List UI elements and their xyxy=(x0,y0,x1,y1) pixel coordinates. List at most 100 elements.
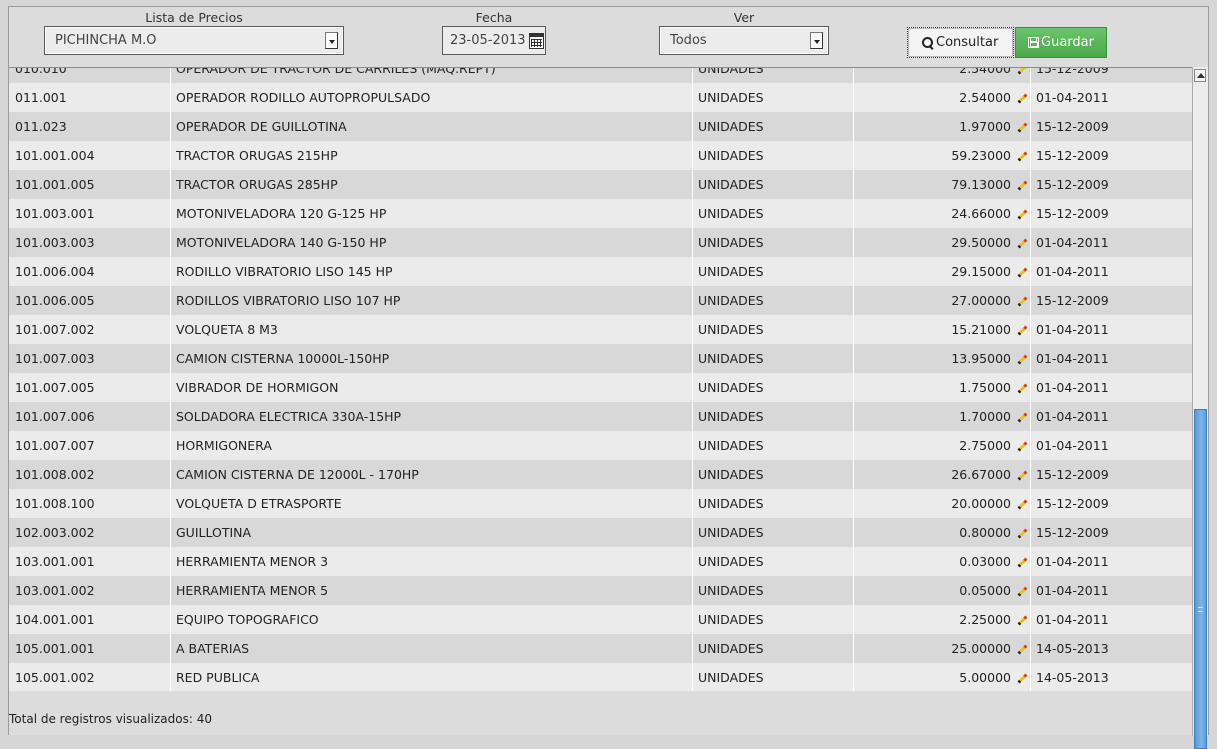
date-cell: 15-12-2009 xyxy=(1031,170,1192,199)
code-cell-text: 103.001.002 xyxy=(15,583,95,598)
code-cell: 101.007.006 xyxy=(9,402,171,431)
save-button[interactable]: Guardar xyxy=(1015,27,1107,58)
edit-pencil-icon[interactable] xyxy=(1017,470,1028,481)
table-row[interactable]: 103.001.002 HERRAMIENTA MENOR 5 UNIDADES 0.… xyxy=(9,576,1192,605)
floppy-disk-icon xyxy=(1028,37,1039,48)
unit-cell-text: UNIDADES xyxy=(698,235,764,250)
price-cell[interactable]: 24.66000 xyxy=(854,199,1031,228)
table-row[interactable]: 101.007.007 HORMIGONERA UNIDADES 2.75000 01-… xyxy=(9,431,1192,460)
table-row[interactable]: 101.008.100 VOLQUETA D ETRASPORTE UNIDADES… xyxy=(9,489,1192,518)
table-row[interactable]: 105.001.001 A BATERIAS UNIDADES 25.00000 14-… xyxy=(9,634,1192,663)
date-cell: 01-04-2011 xyxy=(1031,344,1192,373)
price-cell-text: 20.00000 xyxy=(951,496,1011,511)
price-cell[interactable]: 13.95000 xyxy=(854,344,1031,373)
table-row[interactable]: 101.007.002 VOLQUETA 8 M3 UNIDADES 15.21000… xyxy=(9,315,1192,344)
price-cell[interactable]: 79.13000 xyxy=(854,170,1031,199)
consult-button[interactable]: Consultar xyxy=(907,27,1014,58)
price-cell[interactable]: 29.15000 xyxy=(854,257,1031,286)
edit-pencil-icon[interactable] xyxy=(1017,296,1028,307)
edit-pencil-icon[interactable] xyxy=(1017,151,1028,162)
description-cell: A BATERIAS xyxy=(171,634,693,663)
edit-pencil-icon[interactable] xyxy=(1017,180,1028,191)
edit-pencil-icon[interactable] xyxy=(1017,93,1028,104)
table-row[interactable]: 101.001.005 TRACTOR ORUGAS 285HP UNIDADES 7… xyxy=(9,170,1192,199)
toolbar: Lista de Precios PICHINCHA M.O Fecha 23-… xyxy=(9,7,1208,67)
price-cell[interactable]: 1.75000 xyxy=(854,373,1031,402)
chevron-down-icon[interactable] xyxy=(325,32,338,49)
price-cell[interactable]: 59.23000 xyxy=(854,141,1031,170)
price-cell[interactable]: 20.00000 xyxy=(854,489,1031,518)
description-cell: TRACTOR ORUGAS 285HP xyxy=(171,170,693,199)
price-cell[interactable]: 26.67000 xyxy=(854,460,1031,489)
date-field[interactable]: 23-05-2013 xyxy=(442,26,546,55)
scroll-thumb[interactable] xyxy=(1194,409,1207,749)
price-cell[interactable]: 2.75000 xyxy=(854,431,1031,460)
edit-pencil-icon[interactable] xyxy=(1017,238,1028,249)
price-cell[interactable]: 0.05000 xyxy=(854,576,1031,605)
table-row[interactable]: 101.003.003 MOTONIVELADORA 140 G-150 HP UN… xyxy=(9,228,1192,257)
chevron-down-icon[interactable] xyxy=(810,32,823,49)
table-row[interactable]: 101.006.004 RODILLO VIBRATORIO LISO 145 H… xyxy=(9,257,1192,286)
edit-pencil-icon[interactable] xyxy=(1017,209,1028,220)
table-row[interactable]: 101.008.002 CAMION CISTERNA DE 12000L - 1… xyxy=(9,460,1192,489)
table-row[interactable]: 105.001.002 RED PUBLICA UNIDADES 5.00000 14-… xyxy=(9,663,1192,691)
calendar-icon[interactable] xyxy=(529,33,544,49)
table-row[interactable]: 011.023 OPERADOR DE GUILLOTINA UNIDADES 1.9… xyxy=(9,112,1192,141)
edit-pencil-icon[interactable] xyxy=(1017,586,1028,597)
price-cell[interactable]: 5.00000 xyxy=(854,663,1031,691)
table-row[interactable]: 010.010 OPERADOR DE TRACTOR DE CARRILES (… xyxy=(9,68,1192,83)
edit-pencil-icon[interactable] xyxy=(1017,354,1028,365)
vertical-scrollbar[interactable] xyxy=(1192,67,1208,749)
unit-cell: UNIDADES xyxy=(693,489,854,518)
price-cell-text: 1.70000 xyxy=(959,409,1011,424)
description-cell-text: HERRAMIENTA MENOR 3 xyxy=(176,554,329,569)
unit-cell: UNIDADES xyxy=(693,576,854,605)
code-cell-text: 104.001.001 xyxy=(15,612,95,627)
view-select[interactable]: Todos xyxy=(659,26,829,55)
table-row[interactable]: 101.007.005 VIBRADOR DE HORMIGON UNIDADES 1… xyxy=(9,373,1192,402)
code-cell: 101.007.005 xyxy=(9,373,171,402)
description-cell: VOLQUETA D ETRASPORTE xyxy=(171,489,693,518)
edit-pencil-icon[interactable] xyxy=(1017,383,1028,394)
table-row[interactable]: 103.001.001 HERRAMIENTA MENOR 3 UNIDADES 0.… xyxy=(9,547,1192,576)
price-cell[interactable]: 15.21000 xyxy=(854,315,1031,344)
edit-pencil-icon[interactable] xyxy=(1017,673,1028,684)
edit-pencil-icon[interactable] xyxy=(1017,557,1028,568)
price-cell[interactable]: 2.54000 xyxy=(854,83,1031,112)
edit-pencil-icon[interactable] xyxy=(1017,499,1028,510)
price-cell[interactable]: 0.03000 xyxy=(854,547,1031,576)
price-cell[interactable]: 0.80000 xyxy=(854,518,1031,547)
table-row[interactable]: 101.006.005 RODILLOS VIBRATORIO LISO 107 … xyxy=(9,286,1192,315)
price-list-value: PICHINCHA M.O xyxy=(55,33,157,48)
table-row[interactable]: 104.001.001 EQUIPO TOPOGRAFICO UNIDADES 2.2… xyxy=(9,605,1192,634)
price-cell[interactable]: 1.70000 xyxy=(854,402,1031,431)
edit-pencil-icon[interactable] xyxy=(1017,441,1028,452)
scroll-up-button[interactable] xyxy=(1194,69,1206,82)
edit-pencil-icon[interactable] xyxy=(1017,644,1028,655)
table-row[interactable]: 011.001 OPERADOR RODILLO AUTOPROPULSADO UN… xyxy=(9,83,1192,112)
date-label: Fecha xyxy=(475,10,513,25)
edit-pencil-icon[interactable] xyxy=(1017,267,1028,278)
description-cell-text: MOTONIVELADORA 120 G-125 HP xyxy=(176,206,387,221)
description-cell-text: CAMION CISTERNA DE 12000L - 170HP xyxy=(176,467,419,482)
edit-pencil-icon[interactable] xyxy=(1017,68,1028,75)
price-cell[interactable]: 27.00000 xyxy=(854,286,1031,315)
edit-pencil-icon[interactable] xyxy=(1017,325,1028,336)
table-row[interactable]: 101.001.004 TRACTOR ORUGAS 215HP UNIDADES 5… xyxy=(9,141,1192,170)
edit-pencil-icon[interactable] xyxy=(1017,412,1028,423)
table-row[interactable]: 101.007.006 SOLDADORA ELECTRICA 330A-15HP… xyxy=(9,402,1192,431)
price-list-select[interactable]: PICHINCHA M.O xyxy=(44,26,344,55)
price-cell[interactable]: 1.97000 xyxy=(854,112,1031,141)
edit-pencil-icon[interactable] xyxy=(1017,615,1028,626)
price-cell[interactable]: 29.50000 xyxy=(854,228,1031,257)
price-cell[interactable]: 2.25000 xyxy=(854,605,1031,634)
price-cell[interactable]: 25.00000 xyxy=(854,634,1031,663)
edit-pencil-icon[interactable] xyxy=(1017,528,1028,539)
edit-pencil-icon[interactable] xyxy=(1017,122,1028,133)
price-cell[interactable]: 2.54000 xyxy=(854,68,1031,83)
table-row[interactable]: 102.003.002 GUILLOTINA UNIDADES 0.80000 15-1… xyxy=(9,518,1192,547)
table-row[interactable]: 101.003.001 MOTONIVELADORA 120 G-125 HP UN… xyxy=(9,199,1192,228)
price-cell-text: 13.95000 xyxy=(951,351,1011,366)
date-cell: 01-04-2011 xyxy=(1031,605,1192,634)
table-row[interactable]: 101.007.003 CAMION CISTERNA 10000L-150HP U… xyxy=(9,344,1192,373)
